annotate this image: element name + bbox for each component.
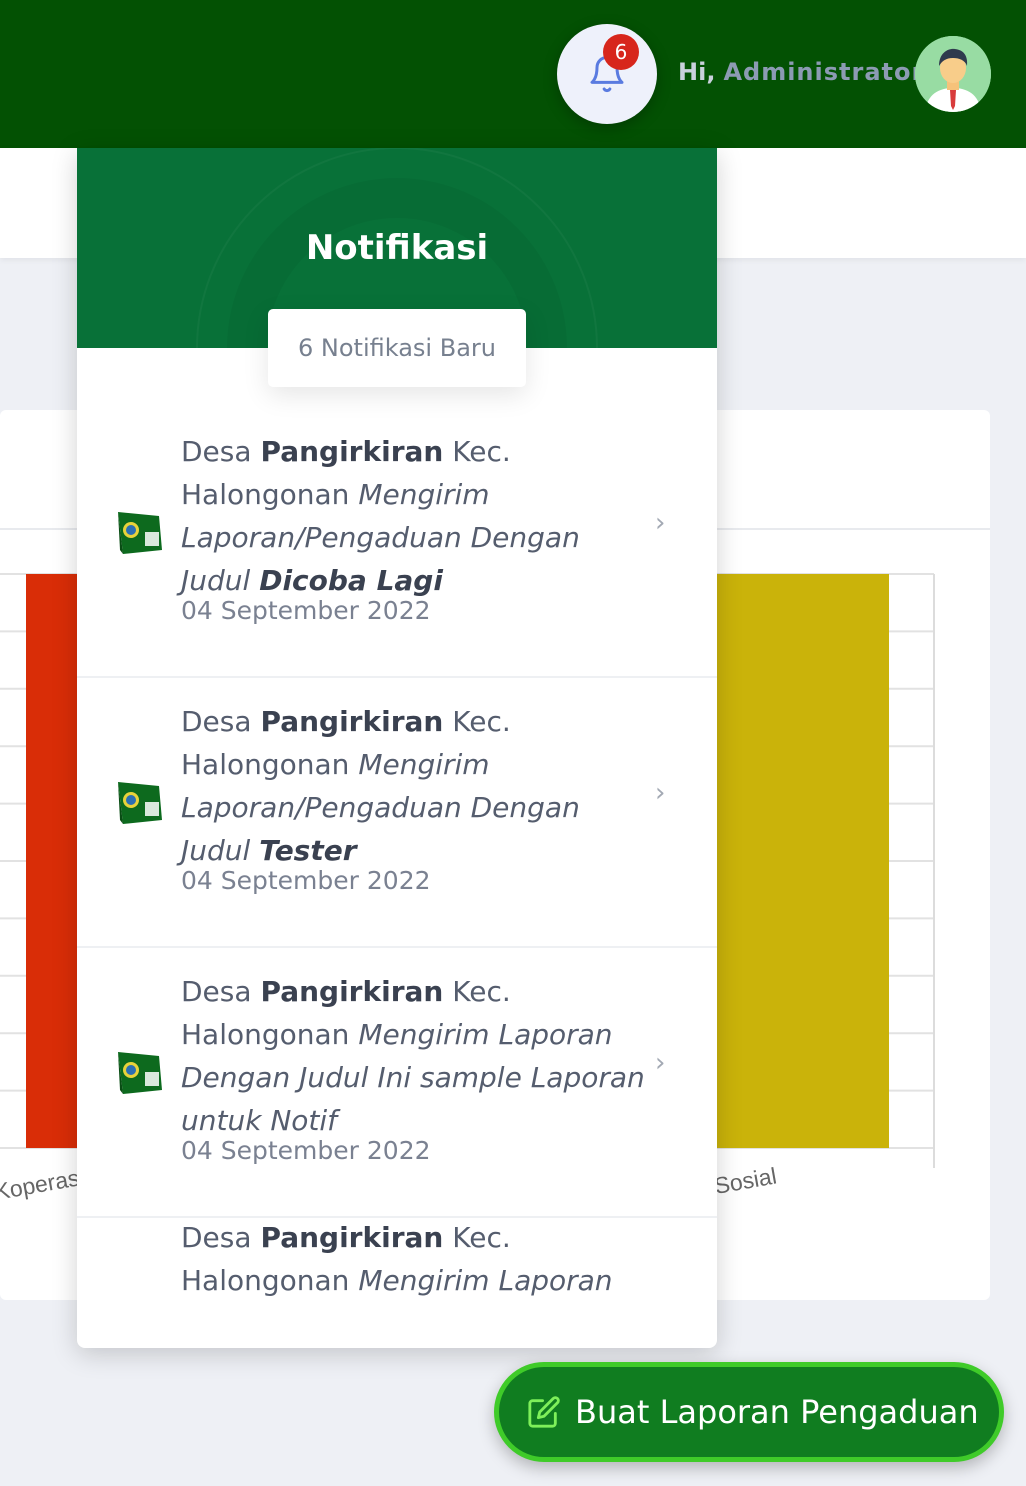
chevron-right-icon: ›: [655, 778, 666, 808]
user-name: Administrator: [723, 58, 925, 86]
msg-village: Pangirkiran: [260, 705, 444, 738]
user-greeting[interactable]: Hi, Administrator: [678, 58, 924, 86]
msg-prefix: Desa: [181, 1221, 261, 1254]
create-report-label: Buat Laporan Pengaduan: [575, 1393, 979, 1431]
notification-item[interactable]: Desa Pangirkiran Kec. Halongonan Mengiri…: [77, 408, 717, 678]
notification-message: Desa Pangirkiran Kec. Halongonan Mengiri…: [181, 700, 651, 872]
notification-count-badge: 6: [603, 34, 639, 70]
notification-message: Desa Pangirkiran Kec. Halongonan Mengiri…: [181, 1216, 651, 1302]
chevron-right-icon: ›: [655, 1048, 666, 1078]
msg-subject: Dicoba Lagi: [259, 564, 443, 597]
village-logo-icon: [118, 512, 162, 554]
greeting-text: Hi,: [678, 58, 716, 86]
edit-icon: [528, 1396, 560, 1428]
avatar[interactable]: [915, 36, 991, 112]
chevron-right-icon: ›: [655, 508, 666, 538]
msg-prefix: Desa: [181, 435, 261, 468]
notification-message: Desa Pangirkiran Kec. Halongonan Mengiri…: [181, 430, 651, 602]
msg-prefix: Desa: [181, 705, 261, 738]
notification-dropdown: Notifikasi 6 Notifikasi Baru Desa Pangir…: [77, 148, 717, 1348]
notification-title: Notifikasi: [305, 228, 489, 268]
notification-date: 04 September 2022: [181, 1136, 431, 1165]
create-report-button[interactable]: Buat Laporan Pengaduan: [494, 1362, 1004, 1462]
bar-koperas: [26, 574, 78, 1148]
notification-item[interactable]: Desa Pangirkiran Kec. Halongonan Mengiri…: [77, 948, 717, 1218]
village-logo-icon: [118, 1052, 162, 1094]
x-tick-label-sosial: Sosial: [712, 1162, 778, 1198]
msg-village: Pangirkiran: [260, 435, 444, 468]
msg-village: Pangirkiran: [260, 1221, 444, 1254]
notification-message: Desa Pangirkiran Kec. Halongonan Mengiri…: [181, 970, 651, 1142]
notification-date: 04 September 2022: [181, 596, 431, 625]
notification-item[interactable]: Desa Pangirkiran Kec. Halongonan Mengiri…: [77, 678, 717, 948]
bar-sosial: [716, 574, 889, 1148]
village-logo-icon: [118, 782, 162, 824]
msg-village: Pangirkiran: [260, 975, 444, 1008]
new-notification-count: 6 Notifikasi Baru: [268, 309, 526, 387]
notification-item-partial[interactable]: Desa Pangirkiran Kec. Halongonan Mengiri…: [77, 1216, 717, 1308]
msg-action: Mengirim Laporan: [358, 1264, 613, 1297]
msg-prefix: Desa: [181, 975, 261, 1008]
x-tick-label-koperas: Koperas: [0, 1164, 81, 1204]
notification-date: 04 September 2022: [181, 866, 431, 895]
user-avatar-icon: [915, 36, 991, 112]
msg-subject: Tester: [259, 834, 357, 867]
